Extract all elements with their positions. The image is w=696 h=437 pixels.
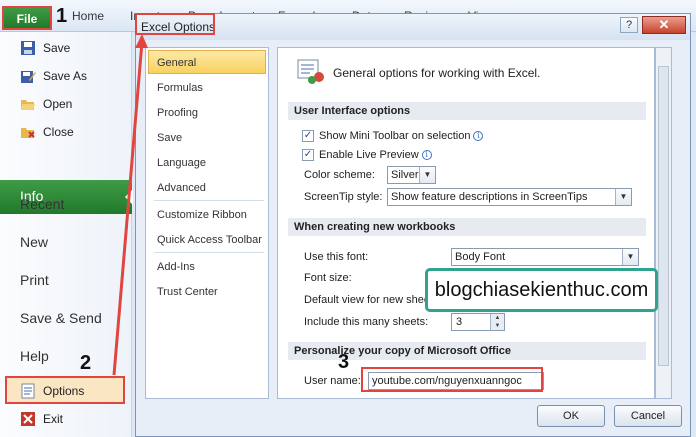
watermark-callout: blogchiasekienthuc.com [425, 268, 658, 312]
step-number: 1 [56, 5, 68, 27]
username-highlight [361, 367, 543, 392]
step-number: 2 [80, 352, 92, 374]
step-number: 3 [338, 351, 350, 373]
dialog-title-highlight [135, 13, 215, 35]
